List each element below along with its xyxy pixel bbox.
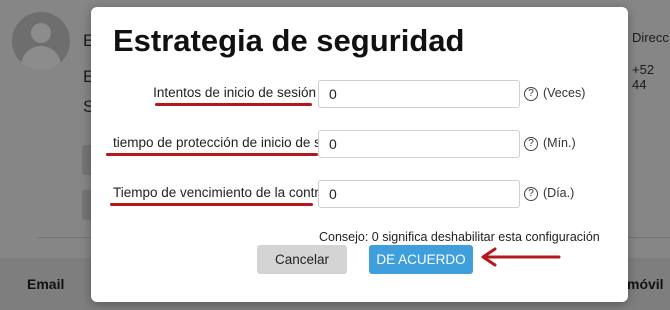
annotation-underline [155, 103, 312, 106]
help-icon[interactable]: ? [524, 187, 538, 201]
password-expiry-input[interactable] [318, 180, 520, 208]
security-strategy-dialog: Estrategia de seguridad Intentos de inic… [91, 7, 628, 302]
help-icon[interactable]: ? [524, 87, 538, 101]
dialog-title: Estrategia de seguridad [113, 23, 465, 58]
login-protection-time-input[interactable] [318, 130, 520, 158]
field-unit: (Mín.) [543, 136, 576, 150]
annotation-arrow-icon [481, 247, 561, 267]
cancel-button[interactable]: Cancelar [257, 245, 347, 274]
annotation-underline [110, 203, 313, 206]
field-label: Tiempo de vencimiento de la contraseña [113, 185, 319, 200]
field-unit: (Veces) [543, 86, 586, 100]
tip-text: Consejo: 0 significa deshabilitar esta c… [319, 230, 600, 244]
field-label: Intentos de inicio de sesión [153, 85, 316, 100]
field-row-password-expiry: Tiempo de vencimiento de la contraseña ?… [91, 180, 628, 208]
field-unit: (Día.) [543, 186, 575, 200]
annotation-underline [106, 153, 318, 156]
field-row-login-attempts: Intentos de inicio de sesión ? (Veces) [91, 80, 628, 108]
help-icon[interactable]: ? [524, 137, 538, 151]
ok-button[interactable]: DE ACUERDO [369, 245, 473, 274]
field-label: tiempo de protección de inicio de sesión [113, 135, 319, 150]
login-attempts-input[interactable] [318, 80, 520, 108]
field-row-login-protection-time: tiempo de protección de inicio de sesión… [91, 130, 628, 158]
